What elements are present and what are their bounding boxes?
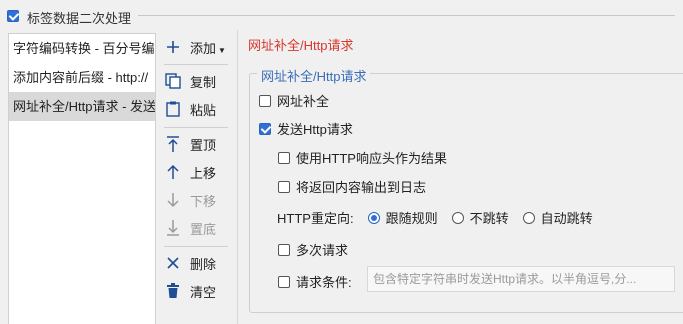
move-bottom-label: 置底 (190, 221, 217, 237)
delete-button[interactable]: 删除 (162, 250, 216, 276)
move-up-button[interactable]: 上移 (162, 159, 216, 185)
plus-icon (162, 36, 184, 58)
clipboard-icon (162, 98, 184, 120)
use-headers-label: 使用HTTP响应头作为结果 (296, 151, 447, 166)
panel-divider (237, 30, 238, 324)
condition-checkbox[interactable]: 请求条件: (278, 272, 352, 291)
clear-label: 清空 (190, 284, 217, 300)
checkbox-box[interactable] (259, 94, 271, 107)
checkbox-box[interactable] (278, 275, 290, 288)
radio-dot[interactable] (522, 211, 535, 224)
delete-label: 删除 (190, 256, 217, 272)
move-up-label: 上移 (190, 165, 217, 181)
radio-label: 跟随规则 (385, 211, 438, 226)
move-top-button[interactable]: 置顶 (162, 131, 216, 157)
paste-label: 粘贴 (190, 102, 217, 118)
redirect-no-redirect-radio[interactable]: 不跳转 (451, 208, 509, 227)
enable-processing-checkbox[interactable] (7, 10, 19, 22)
header-label: 标签数据二次处理 (27, 11, 132, 26)
header-bar: 标签数据二次处理 (0, 0, 683, 30)
move-bottom-button[interactable]: 置底 (162, 215, 216, 241)
redirect-auto-radio[interactable]: 自动跳转 (522, 208, 593, 227)
list-item[interactable]: 添加内容前后缀 - http:// (9, 63, 155, 92)
url-complete-checkbox[interactable]: 网址补全 (259, 91, 329, 110)
move-down-button[interactable]: 下移 (162, 187, 216, 213)
clear-button[interactable]: 清空 (162, 278, 216, 304)
toolbar-divider (164, 127, 228, 128)
header-divider (138, 15, 675, 16)
close-icon (162, 252, 184, 274)
trash-icon (162, 280, 184, 302)
checkbox-box-checked[interactable] (259, 122, 271, 135)
copy-label: 复制 (190, 74, 217, 90)
paste-button[interactable]: 粘贴 (162, 96, 216, 122)
copy-button[interactable]: 复制 (162, 68, 216, 94)
output-log-label: 将返回内容输出到日志 (296, 180, 427, 195)
radio-label: 不跳转 (469, 211, 509, 226)
move-top-label: 置顶 (190, 137, 217, 153)
dropdown-arrow-icon: ▼ (218, 45, 226, 55)
arrow-down-icon (162, 189, 184, 211)
send-http-label: 发送Http请求 (277, 122, 353, 137)
list-item[interactable]: 字符编码转换 - 百分号编 (9, 34, 155, 63)
condition-label: 请求条件: (296, 275, 352, 290)
list-item-selected[interactable]: 网址补全/Http请求 - 发送 (9, 92, 155, 121)
use-headers-checkbox[interactable]: 使用HTTP响应头作为结果 (278, 148, 447, 167)
arrow-up-icon (162, 161, 184, 183)
group-title: 网址补全/Http请求 (257, 66, 371, 85)
multi-request-label: 多次请求 (296, 243, 349, 258)
checkbox-box[interactable] (278, 151, 290, 164)
multi-request-checkbox[interactable]: 多次请求 (278, 240, 348, 259)
panel-title: 网址补全/Http请求 (248, 38, 354, 53)
redirect-row: HTTP重定向: 跟随规则 不跳转 自动跳转 (277, 208, 607, 227)
checkbox-box[interactable] (278, 180, 290, 193)
send-http-checkbox[interactable]: 发送Http请求 (259, 119, 353, 138)
toolbar-divider (164, 246, 228, 247)
output-log-checkbox[interactable]: 将返回内容输出到日志 (278, 177, 426, 196)
move-down-label: 下移 (190, 193, 217, 209)
radio-label: 自动跳转 (540, 211, 593, 226)
copy-icon (162, 70, 184, 92)
checkbox-box[interactable] (278, 243, 290, 256)
add-button[interactable]: 添加 ▼ (162, 34, 226, 60)
redirect-follow-rules-radio[interactable]: 跟随规则 (367, 208, 438, 227)
condition-input[interactable] (367, 266, 675, 292)
move-top-icon (162, 133, 184, 155)
toolbar-divider (164, 64, 228, 65)
add-label: 添加 (190, 40, 217, 56)
move-bottom-icon (162, 217, 184, 239)
url-complete-label: 网址补全 (277, 94, 330, 109)
radio-dot-selected[interactable] (367, 211, 380, 224)
radio-dot[interactable] (451, 211, 464, 224)
redirect-label: HTTP重定向: (277, 211, 354, 226)
rule-list[interactable]: 字符编码转换 - 百分号编 添加内容前后缀 - http:// 网址补全/Htt… (8, 33, 156, 324)
